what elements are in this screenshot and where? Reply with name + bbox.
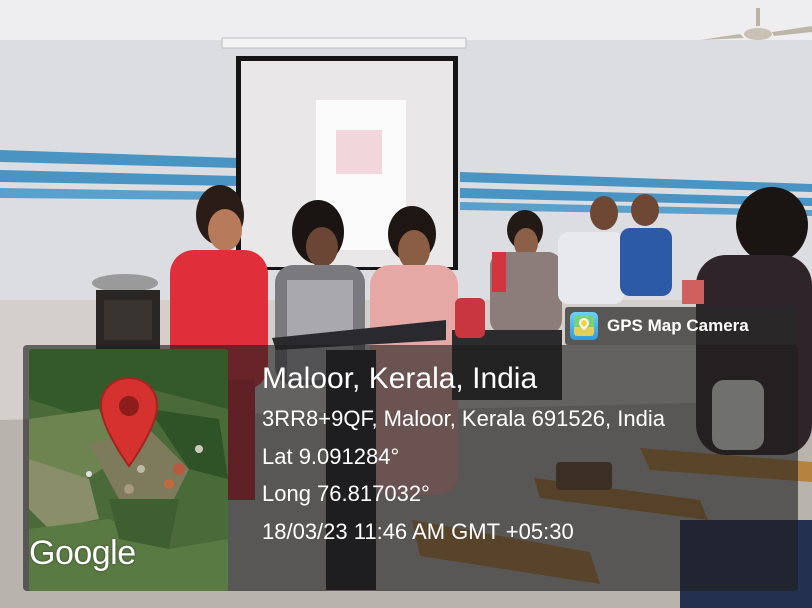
location-datetime: 18/03/23 11:46 AM GMT +05:30 bbox=[262, 518, 574, 544]
location-latitude: Lat 9.091284° bbox=[262, 443, 400, 469]
gps-map-camera-badge: GPS Map Camera bbox=[565, 307, 797, 345]
location-address: 3RR8+9QF, Maloor, Kerala 691526, India bbox=[262, 406, 665, 431]
location-title: Maloor, Kerala, India bbox=[262, 362, 538, 395]
gps-map-camera-icon bbox=[570, 312, 598, 340]
location-longitude: Long 76.817032° bbox=[262, 481, 430, 506]
badge-label: GPS Map Camera bbox=[607, 316, 749, 335]
location-info: Maloor, Kerala, India 3RR8+9QF, Maloor, … bbox=[262, 360, 665, 550]
google-logo: Google bbox=[29, 534, 136, 572]
map-marker bbox=[99, 376, 159, 468]
